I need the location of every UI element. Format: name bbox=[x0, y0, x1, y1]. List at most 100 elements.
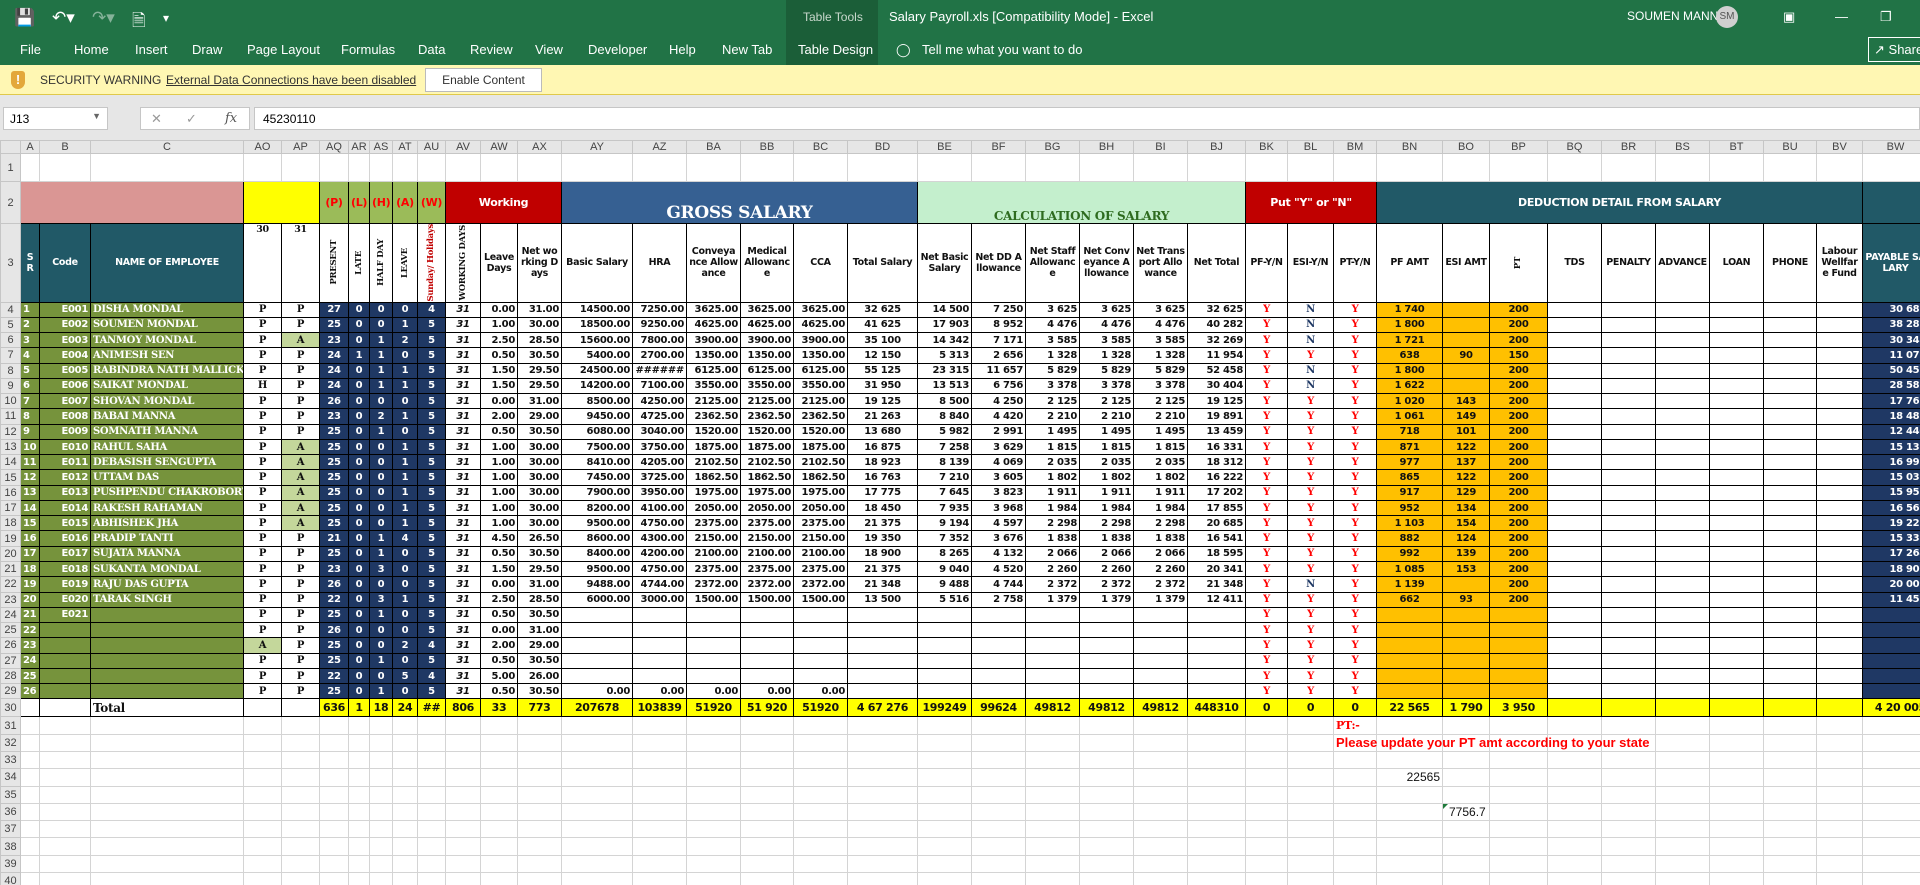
cell-AV[interactable]: 31 bbox=[445, 316, 481, 334]
cell[interactable] bbox=[348, 750, 370, 770]
cell-BI[interactable]: 3 625 bbox=[1133, 301, 1188, 318]
cell[interactable] bbox=[39, 153, 91, 182]
cell[interactable] bbox=[917, 733, 972, 753]
cell-B[interactable] bbox=[39, 652, 91, 669]
cell[interactable] bbox=[1547, 750, 1602, 770]
cell-BF[interactable]: 3 968 bbox=[971, 499, 1026, 517]
cell[interactable] bbox=[281, 837, 320, 856]
row-header[interactable]: 32 bbox=[0, 733, 21, 753]
cell-BF[interactable]: 3 629 bbox=[971, 438, 1026, 456]
cell[interactable] bbox=[1709, 820, 1764, 839]
cell-BN[interactable]: 1 139 bbox=[1376, 576, 1443, 593]
cell-AU[interactable]: 4 bbox=[417, 301, 446, 318]
cell-BI[interactable] bbox=[1133, 637, 1188, 654]
cell[interactable] bbox=[1763, 820, 1817, 839]
cell-BA[interactable]: 2125.00 bbox=[686, 393, 741, 410]
cell[interactable] bbox=[480, 768, 518, 787]
cell-AO[interactable]: P bbox=[243, 332, 282, 349]
cell-AU[interactable]: 5 bbox=[417, 530, 446, 547]
cell-BJ[interactable]: 20 685 bbox=[1187, 515, 1246, 532]
cell[interactable] bbox=[917, 716, 972, 735]
cell-AZ[interactable]: 3000.00 bbox=[632, 591, 687, 608]
cell-AO[interactable]: P bbox=[243, 591, 282, 608]
cell-BR[interactable] bbox=[1601, 408, 1656, 425]
cell[interactable] bbox=[632, 153, 687, 182]
cell-BN[interactable]: 1 800 bbox=[1376, 316, 1443, 334]
cell-BG[interactable]: 3 585 bbox=[1025, 332, 1080, 349]
cell[interactable] bbox=[319, 750, 349, 770]
cell[interactable] bbox=[20, 785, 40, 804]
cell[interactable] bbox=[480, 750, 518, 770]
cell-AV[interactable]: 31 bbox=[445, 545, 481, 563]
cell[interactable] bbox=[1489, 750, 1548, 770]
cell-BO[interactable] bbox=[1442, 377, 1490, 395]
cell-BH[interactable]: 1 328 bbox=[1079, 347, 1134, 364]
cell-AQ[interactable]: 23 bbox=[319, 408, 349, 425]
cell-AU[interactable]: 5 bbox=[417, 683, 446, 700]
cell-AW[interactable]: 4.50 bbox=[480, 530, 518, 547]
cell[interactable] bbox=[1333, 768, 1377, 787]
cell-AP[interactable]: P bbox=[281, 393, 320, 410]
cell-AT[interactable]: 1 bbox=[392, 591, 418, 608]
column-header-BJ[interactable]: BJ bbox=[1187, 140, 1246, 154]
cell-AW[interactable]: 1.00 bbox=[480, 438, 518, 456]
cell[interactable] bbox=[243, 716, 282, 735]
cell-BA[interactable]: 2050.00 bbox=[686, 499, 741, 517]
cell-AR[interactable]: 0 bbox=[348, 484, 370, 501]
cell-BD[interactable]: 19 125 bbox=[847, 393, 918, 410]
cell-BN[interactable]: 1 721 bbox=[1376, 332, 1443, 349]
cell-BQ[interactable] bbox=[1547, 576, 1602, 593]
cell[interactable] bbox=[480, 153, 518, 182]
cell-AY[interactable] bbox=[561, 622, 633, 639]
cell[interactable] bbox=[632, 837, 687, 856]
cell-BV[interactable] bbox=[1816, 377, 1863, 395]
cell-BF[interactable]: 6 756 bbox=[971, 377, 1026, 395]
cell-AQ[interactable]: 25 bbox=[319, 683, 349, 700]
cell[interactable] bbox=[1079, 750, 1134, 770]
cell-B[interactable] bbox=[39, 683, 91, 700]
cell-BJ[interactable]: 32 269 bbox=[1187, 332, 1246, 349]
cell[interactable] bbox=[1133, 768, 1188, 787]
cell-AU[interactable]: 4 bbox=[417, 637, 446, 654]
cell[interactable] bbox=[1133, 837, 1188, 856]
cell-AQ[interactable]: 25 bbox=[319, 515, 349, 532]
cell-BR[interactable] bbox=[1601, 393, 1656, 410]
cell-A[interactable]: 12 bbox=[20, 469, 40, 486]
cell-BL[interactable]: Y bbox=[1287, 499, 1334, 517]
cell-A[interactable]: 21 bbox=[20, 606, 40, 624]
cell[interactable] bbox=[1287, 733, 1334, 753]
cell-BK[interactable]: Y bbox=[1245, 606, 1288, 624]
cell[interactable] bbox=[445, 750, 481, 770]
cell[interactable] bbox=[847, 837, 918, 856]
cell-C[interactable]: SUKANTA MONDAL bbox=[90, 561, 244, 578]
cell-BC[interactable]: 1862.50 bbox=[793, 469, 848, 486]
cell-BV[interactable] bbox=[1816, 667, 1863, 685]
cell[interactable] bbox=[445, 820, 481, 839]
cell-BV[interactable] bbox=[1816, 469, 1863, 486]
row-header[interactable]: 23 bbox=[0, 591, 21, 608]
cell-BD[interactable] bbox=[847, 683, 918, 700]
cell-BA[interactable]: 3550.00 bbox=[686, 377, 741, 395]
row-header[interactable]: 12 bbox=[0, 423, 21, 440]
cell-BC[interactable]: 1875.00 bbox=[793, 438, 848, 456]
cell-AS[interactable]: 0 bbox=[369, 393, 393, 410]
cell-BW[interactable]: 11 456 bbox=[1862, 591, 1920, 608]
cell-AV[interactable]: 31 bbox=[445, 408, 481, 425]
cell[interactable] bbox=[740, 802, 794, 822]
tab-file[interactable]: File bbox=[20, 42, 41, 57]
cell[interactable] bbox=[1816, 153, 1863, 182]
cell-AX[interactable]: 31.00 bbox=[517, 576, 562, 593]
cell-AZ[interactable]: 3750.00 bbox=[632, 438, 687, 456]
cell[interactable] bbox=[417, 153, 446, 182]
cell-BJ[interactable]: 32 625 bbox=[1187, 301, 1246, 318]
cell-C[interactable]: SOUMEN MONDAL bbox=[90, 316, 244, 334]
column-header-AZ[interactable]: AZ bbox=[632, 140, 687, 154]
cell-AX[interactable]: 30.00 bbox=[517, 438, 562, 456]
cell-C[interactable]: SUJATA MANNA bbox=[90, 545, 244, 563]
cell-BR[interactable] bbox=[1601, 591, 1656, 608]
cell[interactable] bbox=[1601, 768, 1656, 787]
cell-AY[interactable]: 8600.00 bbox=[561, 530, 633, 547]
cell-BM[interactable]: Y bbox=[1333, 637, 1377, 654]
cell[interactable] bbox=[417, 750, 446, 770]
cell[interactable] bbox=[1816, 785, 1863, 804]
